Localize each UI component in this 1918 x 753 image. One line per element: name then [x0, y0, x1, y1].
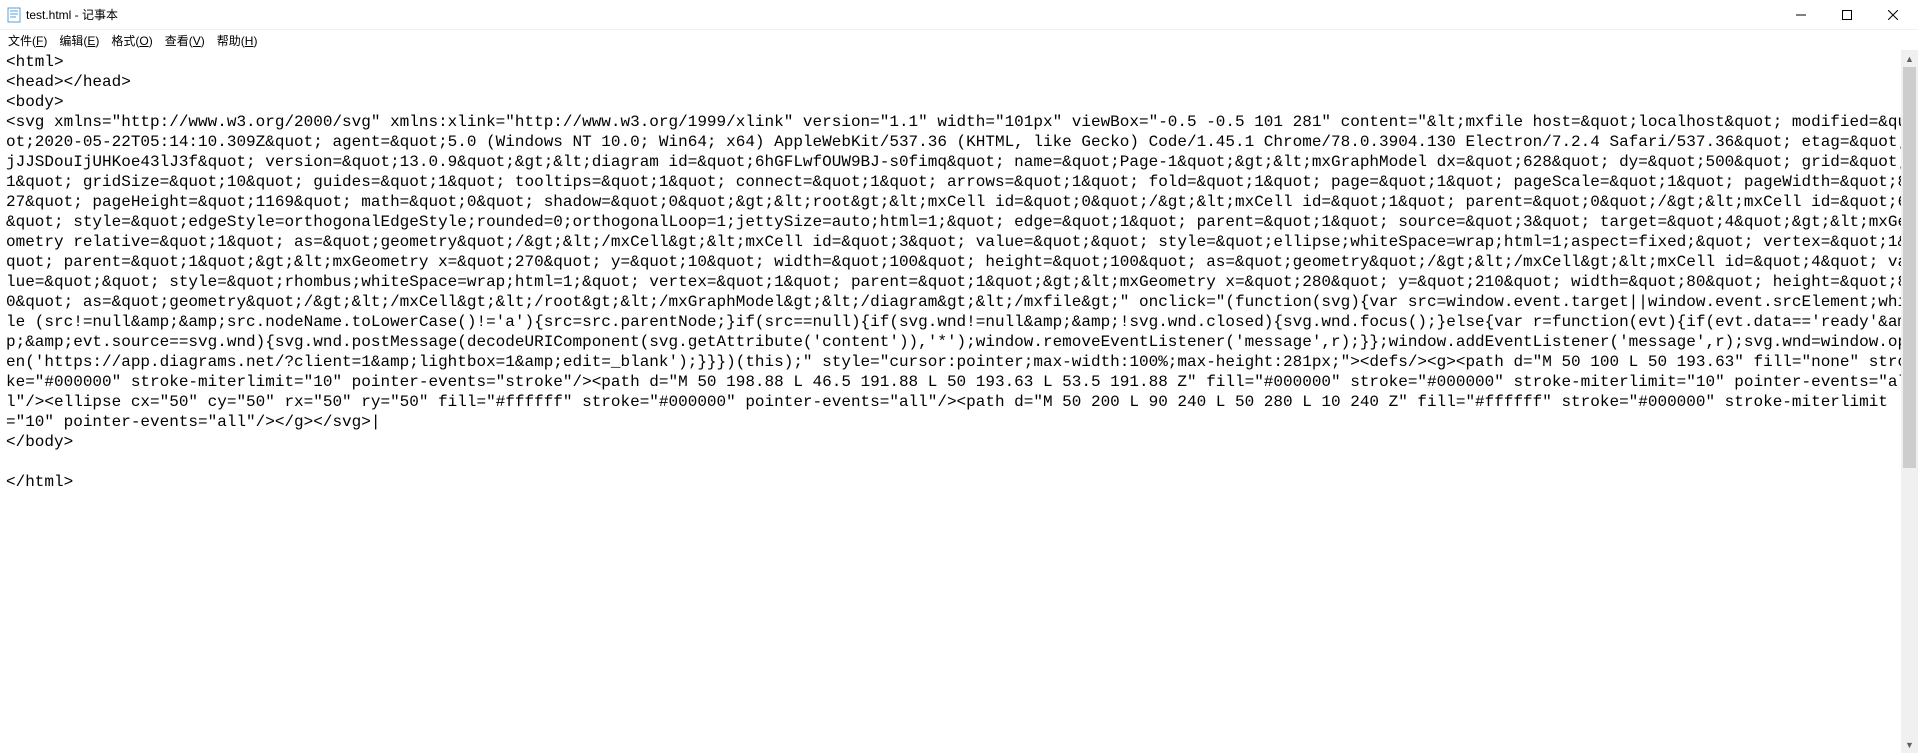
- scrollbar-thumb[interactable]: [1903, 67, 1916, 468]
- scrollbar-track[interactable]: [1901, 67, 1918, 736]
- vertical-scrollbar[interactable]: ▲ ▼: [1901, 50, 1918, 753]
- scroll-up-icon[interactable]: ▲: [1901, 50, 1918, 67]
- menubar: 文件(F) 编辑(E) 格式(O) 查看(V) 帮助(H): [0, 30, 1918, 50]
- menu-file[interactable]: 文件(F): [2, 31, 53, 50]
- menu-view[interactable]: 查看(V): [159, 31, 211, 50]
- menu-help[interactable]: 帮助(H): [211, 31, 264, 50]
- menu-format[interactable]: 格式(O): [105, 31, 158, 50]
- maximize-button[interactable]: [1824, 0, 1870, 29]
- menu-edit[interactable]: 编辑(E): [53, 31, 105, 50]
- close-button[interactable]: [1870, 0, 1916, 29]
- notepad-icon: [6, 7, 22, 23]
- scroll-down-icon[interactable]: ▼: [1901, 736, 1918, 753]
- minimize-button[interactable]: [1778, 0, 1824, 29]
- titlebar: test.html - 记事本: [0, 0, 1918, 30]
- window-title: test.html - 记事本: [26, 6, 118, 23]
- text-editor[interactable]: <html> <head></head> <body> <svg xmlns="…: [0, 50, 1918, 753]
- window-controls: [1778, 0, 1916, 29]
